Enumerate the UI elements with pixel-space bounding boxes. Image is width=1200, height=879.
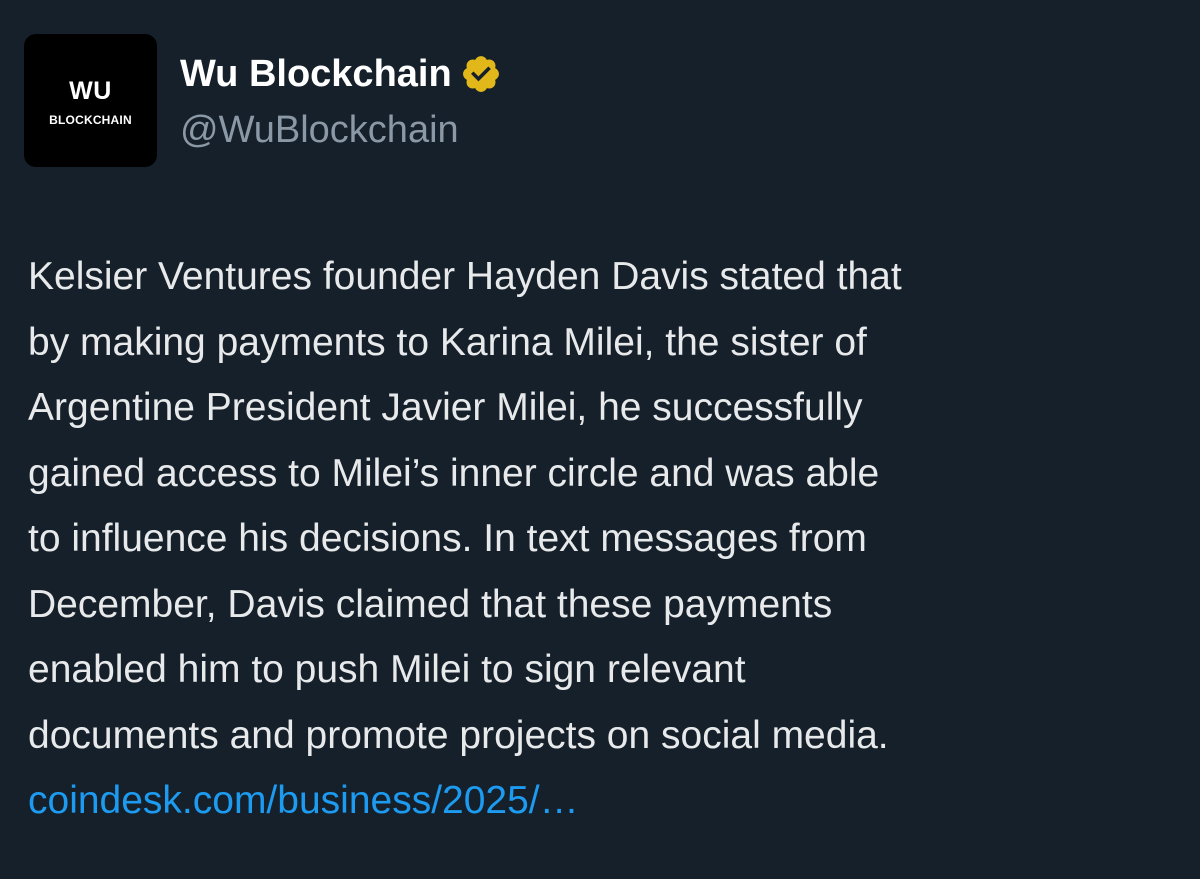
- tweet-card: WU BLOCKCHAIN Wu Blockchain @WuBlockchai…: [0, 0, 1200, 879]
- avatar-logo-text: WU: [69, 77, 112, 105]
- avatar-logo-subtext: BLOCKCHAIN: [49, 113, 132, 127]
- tweet-text: Kelsier Ventures founder Hayden Davis st…: [28, 244, 1188, 834]
- tweet-text-line: Argentine President Javier Milei, he suc…: [28, 386, 863, 429]
- tweet-text-line: to influence his decisions. In text mess…: [28, 517, 867, 560]
- tweet-text-line: Kelsier Ventures founder Hayden Davis st…: [28, 255, 902, 298]
- display-name[interactable]: Wu Blockchain: [180, 50, 452, 98]
- avatar[interactable]: WU BLOCKCHAIN: [24, 34, 157, 167]
- name-row: Wu Blockchain: [180, 50, 502, 98]
- tweet-text-line: December, Davis claimed that these payme…: [28, 582, 833, 626]
- tweet-text-line: by making payments to Karina Milei, the …: [28, 320, 867, 364]
- verified-badge-icon[interactable]: [460, 53, 502, 95]
- tweet-link[interactable]: coindesk.com/business/2025/…: [28, 768, 1188, 834]
- author-handle[interactable]: @WuBlockchain: [180, 106, 502, 154]
- tweet-text-line: documents and promote projects on social…: [28, 713, 889, 757]
- author-info: Wu Blockchain @WuBlockchain: [180, 50, 502, 154]
- tweet-text-line: gained access to Milei’s inner circle an…: [28, 451, 880, 495]
- tweet-text-line: enabled him to push Milei to sign releva…: [28, 648, 746, 691]
